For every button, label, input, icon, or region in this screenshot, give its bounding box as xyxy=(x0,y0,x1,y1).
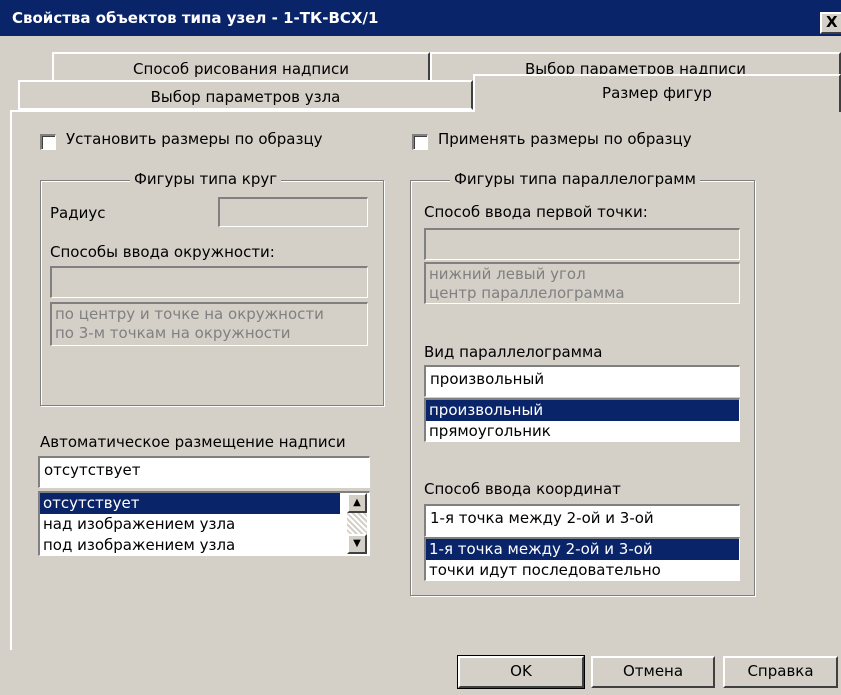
list-item-selected[interactable]: произвольный xyxy=(426,400,739,421)
view-list[interactable]: произвольный прямоугольник xyxy=(424,398,740,442)
cancel-button[interactable]: Отмена xyxy=(591,656,715,688)
tab-figure-size[interactable]: Размер фигур xyxy=(473,74,841,112)
radius-label: Радиус xyxy=(50,204,106,222)
circle-group-title: Фигуры типа круг xyxy=(130,170,282,188)
auto-label-list[interactable]: отсутствует над изображением узла под из… xyxy=(38,491,370,556)
scroll-up-icon[interactable]: ▲ xyxy=(347,493,367,513)
close-icon: X xyxy=(826,13,838,31)
help-button[interactable]: Справка xyxy=(723,656,838,688)
window-title: Свойства объектов типа узел - 1-ТК-ВСХ/1 xyxy=(12,9,379,27)
circle-input-field[interactable] xyxy=(50,266,368,298)
auto-label-scrollbar[interactable]: ▲ ▼ xyxy=(347,493,367,554)
tab-label-drawing[interactable]: Способ рисования надписи xyxy=(52,52,430,80)
tab-node-params[interactable]: Выбор параметров узла xyxy=(18,80,473,110)
apply-size-checkbox[interactable] xyxy=(412,134,428,150)
view-label: Вид параллелограмма xyxy=(424,343,603,361)
list-item[interactable]: точки идут последовательно xyxy=(426,560,739,580)
circle-options-list[interactable]: по центру и точке на окружности по 3-м т… xyxy=(50,302,368,346)
coord-field[interactable]: 1-я точка между 2-ой и 3-ой xyxy=(424,504,740,537)
scroll-down-icon[interactable]: ▼ xyxy=(347,534,367,554)
list-item[interactable]: по центру и точке на окружности xyxy=(52,305,367,324)
list-item[interactable]: центр параллелограмма xyxy=(426,284,739,303)
auto-label-field[interactable]: отсутствует xyxy=(38,456,370,488)
parallelogram-group-title: Фигуры типа параллелограмм xyxy=(450,170,700,188)
coord-label: Способ ввода координат xyxy=(424,480,621,498)
auto-label-title: Автоматическое размещение надписи xyxy=(40,433,346,451)
list-item-selected[interactable]: отсутствует xyxy=(40,493,340,514)
radius-field[interactable] xyxy=(218,197,368,227)
close-button[interactable]: X xyxy=(820,12,841,34)
list-item[interactable]: прямоугольник xyxy=(426,421,739,441)
list-item[interactable]: по 3-м точкам на окружности xyxy=(52,324,367,343)
first-point-list[interactable]: нижний левый угол центр параллелограмма xyxy=(424,262,740,304)
coord-list[interactable]: 1-я точка между 2-ой и 3-ой точки идут п… xyxy=(424,537,740,581)
list-item[interactable]: над изображением узла xyxy=(40,514,369,535)
set-size-checkbox[interactable] xyxy=(40,134,56,150)
first-point-label: Способ ввода первой точки: xyxy=(424,203,648,221)
apply-size-label: Применять размеры по образцу xyxy=(438,130,692,148)
list-item[interactable]: нижний левый угол xyxy=(426,265,739,284)
list-item-selected[interactable]: 1-я точка между 2-ой и 3-ой xyxy=(426,539,739,560)
circle-input-label: Способы ввода окружности: xyxy=(50,243,275,261)
ok-button[interactable]: OK xyxy=(457,655,585,689)
first-point-field[interactable] xyxy=(424,228,740,260)
list-item[interactable]: под изображением узла xyxy=(40,535,369,555)
set-size-label: Установить размеры по образцу xyxy=(66,130,323,148)
view-field[interactable]: произвольный xyxy=(424,365,740,397)
